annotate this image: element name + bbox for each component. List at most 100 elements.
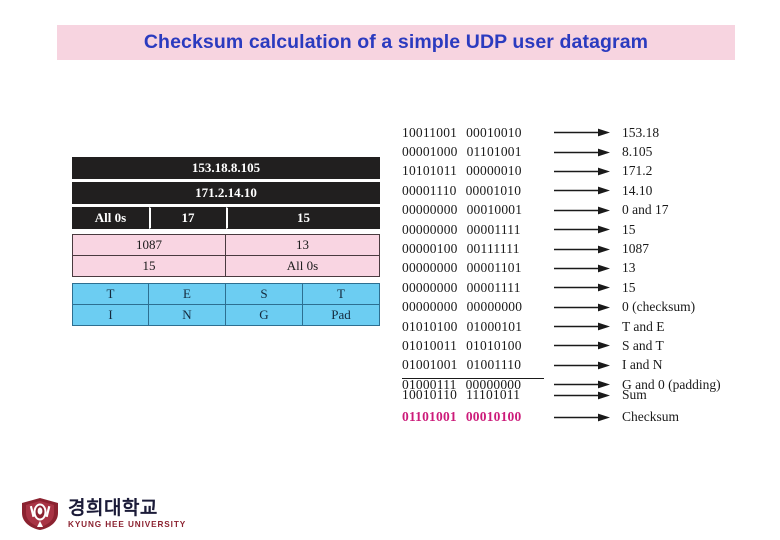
calc-bits-low: 00001101 (466, 260, 522, 276)
calc-bits-low: 00000000 (466, 299, 523, 315)
calc-row: 10011001 00010010 153.18 (402, 123, 762, 142)
calc-row: 00000000 00000000 0 (checksum) (402, 298, 762, 317)
arrow-right-icon (550, 225, 616, 234)
calc-bits-low: 00111111 (466, 241, 520, 257)
calc-meaning-label: 153.18 (622, 124, 660, 140)
arrow-right-icon (550, 128, 616, 137)
calc-row: 00000000 00010001 0 and 17 (402, 201, 762, 220)
arrow-right-icon (550, 361, 616, 370)
total-bits-high: 01101001 (402, 409, 457, 424)
arrow-right-icon (550, 391, 616, 400)
calc-row: 01001001 01001110 I and N (402, 356, 762, 375)
sum-divider-rule (402, 378, 544, 379)
total-meaning-label: Checksum (622, 409, 679, 424)
payload-byte-t1: T (72, 283, 149, 305)
calc-bits-high: 00000000 (402, 279, 458, 295)
calc-bits-low: 01101001 (466, 144, 522, 160)
calc-bits-low: 00010001 (466, 202, 523, 218)
udp-header-group: 1087 13 15 All 0s (72, 234, 380, 277)
udp-header-row-length-checksum: 15 All 0s (72, 255, 380, 277)
calc-bits-high: 01010100 (402, 318, 458, 334)
pseudo-all-zeros-cell: All 0s (72, 207, 149, 229)
payload-byte-n: N (149, 304, 226, 326)
page-title: Checksum calculation of a simple UDP use… (143, 31, 649, 53)
total-meaning-label: Sum (622, 387, 647, 402)
udp-length-cell: 15 (72, 255, 226, 277)
calc-row: 00000100 00111111 1087 (402, 239, 762, 258)
calc-bits-high: 00001110 (402, 182, 457, 198)
arrow-right-icon (550, 413, 616, 422)
pseudo-protocol-cell: 17 (149, 207, 226, 229)
arrow-right-icon (550, 186, 616, 195)
calc-bits: 00000000 00001101 (402, 260, 550, 276)
calc-bits-low: 01000101 (466, 318, 523, 334)
payload-byte-g: G (226, 304, 303, 326)
calc-bits-high: 10101011 (402, 163, 458, 179)
udp-checksum-cell: All 0s (226, 255, 380, 277)
calc-bits-high: 00000000 (402, 260, 458, 276)
calc-row: 01010011 01010100 S and T (402, 336, 762, 355)
logo-text-block: 경희대학교 KYUNG HEE UNIVERSITY (68, 498, 186, 530)
source-port-cell: 1087 (72, 234, 226, 256)
arrow-right-icon (550, 167, 616, 176)
pseudo-header-row-dest-ip: 171.2.14.10 (72, 182, 380, 204)
calc-bits-high: 01001001 (402, 357, 458, 373)
total-bits-low: 11101011 (466, 387, 521, 402)
calc-bits-low: 00010010 (466, 124, 522, 140)
calc-bits-low: 00000010 (466, 163, 522, 179)
calc-bits-high: 10011001 (402, 124, 458, 140)
calc-bits: 00001110 00001010 (402, 183, 550, 199)
pseudo-header-row-protocol: All 0s 17 15 (72, 207, 380, 229)
calc-meaning-label: 15 (622, 221, 636, 237)
destination-ip-cell: 171.2.14.10 (72, 182, 380, 204)
total-bits-high: 10010110 (402, 387, 458, 402)
calc-bits: 10011001 00010010 (402, 125, 550, 141)
university-logo: 경희대학교 KYUNG HEE UNIVERSITY (20, 497, 186, 531)
arrow-right-icon (550, 341, 616, 350)
calc-bits-high: 00000000 (402, 221, 458, 237)
calc-bits: 10101011 00000010 (402, 163, 550, 179)
payload-byte-pad: Pad (303, 304, 380, 326)
calc-bits-high: 01010011 (402, 337, 458, 353)
udp-header-row-ports: 1087 13 (72, 234, 380, 256)
payload-byte-s: S (226, 283, 303, 305)
udp-datagram-diagram: 153.18.8.105 171.2.14.10 All 0s 17 15 10… (72, 157, 380, 326)
calc-bits: 00000000 00010001 (402, 202, 550, 218)
calc-row: 00000000 00001111 15 (402, 278, 762, 297)
calc-bits-high: 00000000 (402, 299, 458, 315)
calc-bits: 00001000 01101001 (402, 144, 550, 160)
payload-byte-e: E (149, 283, 226, 305)
payload-row-1: T E S T (72, 283, 380, 305)
calc-bits-low: 01010100 (466, 337, 522, 353)
pseudo-udp-length-cell: 15 (226, 207, 380, 229)
slide-title-banner: Checksum calculation of a simple UDP use… (57, 25, 735, 60)
calc-bits-high: 00000000 (402, 202, 458, 218)
payload-byte-t2: T (303, 283, 380, 305)
destination-port-cell: 13 (226, 234, 380, 256)
calc-meaning-label: 0 (checksum) (622, 299, 696, 315)
total-bits: 10010110 11101011 (402, 387, 550, 403)
total-row: 01101001 00010100 Checksum (402, 406, 762, 428)
pseudo-header-group: 153.18.8.105 171.2.14.10 All 0s 17 15 (72, 157, 380, 229)
calc-meaning-label: 13 (622, 260, 636, 276)
calc-meaning-label: S and T (622, 337, 664, 353)
binary-calculation-list: 10011001 00010010 153.18 00001000 01101001 8.… (402, 123, 762, 394)
calc-bits-high: 00001000 (402, 144, 458, 160)
sum-and-checksum-list: 10010110 11101011 Sum 01101001 00010100 Check… (402, 384, 762, 428)
arrow-right-icon (550, 206, 616, 215)
calc-bits: 00000000 00001111 (402, 280, 550, 296)
calc-meaning-label: 15 (622, 279, 636, 295)
calc-row: 00001000 01101001 8.105 (402, 142, 762, 161)
calc-meaning-label: 1087 (622, 241, 649, 257)
calc-bits: 00000100 00111111 (402, 241, 550, 257)
calc-bits: 01001001 01001110 (402, 357, 550, 373)
total-bits-low: 00010100 (465, 409, 522, 424)
payload-byte-i: I (72, 304, 149, 326)
arrow-right-icon (550, 148, 616, 157)
calc-bits-low: 00001111 (466, 279, 521, 295)
calc-bits: 01010100 01000101 (402, 319, 550, 335)
arrow-right-icon (550, 264, 616, 273)
udp-payload-group: T E S T I N G Pad (72, 283, 380, 326)
calc-bits: 00000000 00001111 (402, 222, 550, 238)
calc-row: 00000000 00001101 13 (402, 259, 762, 278)
